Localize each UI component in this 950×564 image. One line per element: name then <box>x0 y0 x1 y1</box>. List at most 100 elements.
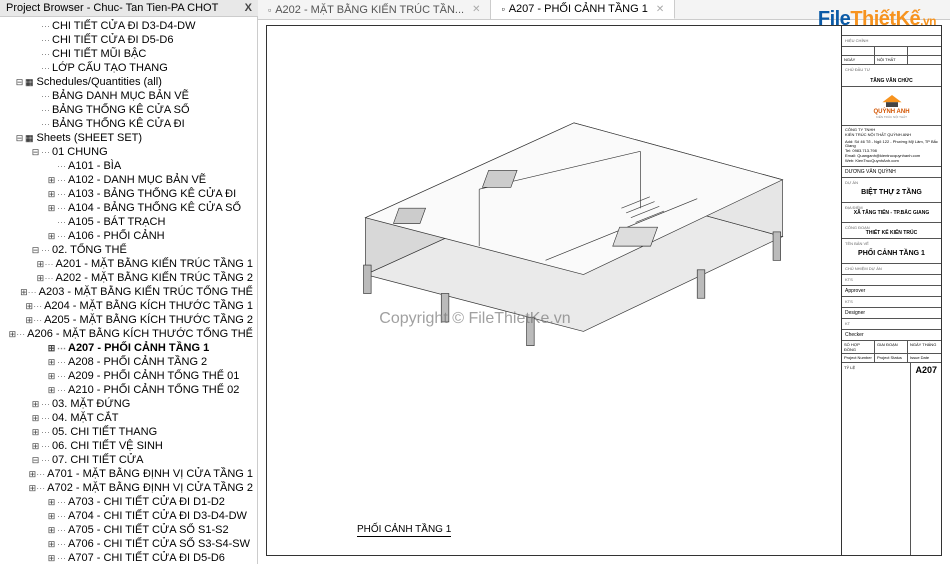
project-browser-tree[interactable]: ⋯CHI TIẾT CỬA ĐI D3-D4-DW⋯CHI TIẾT CỬA Đ… <box>0 17 258 564</box>
tree-item[interactable]: ⊞⋯A706 - CHI TIẾT CỬA SỔ S3-S4-SW <box>0 537 257 551</box>
drawing-viewport[interactable]: PHỐI CẢNH TẦNG 1 HIỆU CHỈNH NGÀYNỘI THẤT… <box>258 17 950 564</box>
expand-icon[interactable]: ⊞ <box>9 329 17 340</box>
tree-item[interactable]: ⊞⋯A702 - MẶT BẰNG ĐỊNH VỊ CỬA TẦNG 2 <box>0 481 257 495</box>
collapse-icon[interactable]: ⊟ <box>30 147 41 158</box>
expand-icon[interactable]: ⊞ <box>46 357 57 368</box>
isometric-3d-view[interactable] <box>337 66 811 350</box>
tree-item[interactable]: ⊞⋯A204 - MẶT BẰNG KÍCH THƯỚC TẦNG 1 <box>0 299 257 313</box>
tree-item[interactable]: ⊞⋯A103 - BẢNG THỐNG KÊ CỬA ĐI <box>0 187 257 201</box>
sheet-number: A207 <box>911 363 941 555</box>
tree-item[interactable]: ⊞⋯A205 - MẶT BẰNG KÍCH THƯỚC TẦNG 2 <box>0 313 257 327</box>
tree-item[interactable]: ⊞⋯A701 - MẶT BẰNG ĐỊNH VỊ CỬA TẦNG 1 <box>0 467 257 481</box>
expand-icon[interactable]: ⊞ <box>46 231 57 242</box>
tree-item[interactable]: ⊞⋯A209 - PHỐI CẢNH TỔNG THỂ 01 <box>0 369 257 383</box>
tree-item[interactable]: ⋯LỚP CẤU TẠO THANG <box>0 61 257 75</box>
tree-item-label: A704 - CHI TIẾT CỬA ĐI D3-D4-DW <box>68 510 247 522</box>
tree-item[interactable]: ⋯BẢNG THỐNG KÊ CỬA ĐI <box>0 117 257 131</box>
collapse-icon[interactable]: ⊟ <box>14 133 25 144</box>
expand-icon[interactable]: ⊞ <box>30 399 41 410</box>
expand-icon[interactable]: ⊞ <box>26 301 34 312</box>
tree-item[interactable]: ⋯CHI TIẾT CỬA ĐI D3-D4-DW <box>0 19 257 33</box>
tree-item[interactable]: ⊞⋯A208 - PHỐI CẢNH TẦNG 2 <box>0 355 257 369</box>
tree-item[interactable]: ⊟⋯01 CHUNG <box>0 145 257 159</box>
tree-item-label: A201 - MẶT BẰNG KIẾN TRÚC TẦNG 1 <box>56 258 253 270</box>
tb-rev-grid <box>842 47 941 56</box>
expand-icon[interactable]: ⊞ <box>46 371 57 382</box>
tab-label: A207 - PHỐI CẢNH TẦNG 1 <box>509 3 648 15</box>
category-icon: ▦ <box>25 133 34 144</box>
tree-item-label: A706 - CHI TIẾT CỬA SỔ S3-S4-SW <box>68 538 250 550</box>
tree-item[interactable]: ⊟▦Schedules/Quantities (all) <box>0 75 257 89</box>
expand-icon[interactable]: ⊞ <box>46 203 57 214</box>
tree-item[interactable]: ⊞⋯A705 - CHI TIẾT CỬA SỔ S1-S2 <box>0 523 257 537</box>
expand-icon[interactable]: ⊞ <box>36 259 44 270</box>
tree-item[interactable]: ⋯BẢNG DANH MỤC BẢN VẼ <box>0 89 257 103</box>
expand-icon[interactable]: ⊞ <box>46 497 57 508</box>
tree-item[interactable]: ⊞⋯A102 - DANH MỤC BẢN VẼ <box>0 173 257 187</box>
tree-item-label: A701 - MẶT BẰNG ĐỊNH VỊ CỬA TẦNG 1 <box>47 468 253 480</box>
expand-icon[interactable]: ⊞ <box>20 287 28 298</box>
tree-item[interactable]: ⊞⋯A202 - MẶT BẰNG KIẾN TRÚC TẦNG 2 <box>0 271 257 285</box>
tree-item[interactable]: ⊞⋯A203 - MẶT BẰNG KIẾN TRÚC TỔNG THỂ <box>0 285 257 299</box>
expand-icon[interactable]: ⊞ <box>30 427 41 438</box>
expand-icon[interactable]: ⊞ <box>46 175 57 186</box>
close-icon[interactable]: X <box>245 2 252 14</box>
tree-item[interactable]: ⊞⋯A707 - CHI TIẾT CỬA ĐI D5-D6 <box>0 551 257 564</box>
tree-item[interactable]: ⊞⋯A704 - CHI TIẾT CỬA ĐI D3-D4-DW <box>0 509 257 523</box>
expand-icon[interactable]: ⊞ <box>30 413 41 424</box>
tree-item-label: A705 - CHI TIẾT CỬA SỔ S1-S2 <box>68 524 229 536</box>
collapse-icon[interactable]: ⊟ <box>30 245 41 256</box>
tree-item[interactable]: ⊞⋯A104 - BẢNG THỐNG KÊ CỬA SỔ <box>0 201 257 215</box>
tree-item-label: CHI TIẾT CỬA ĐI D3-D4-DW <box>52 20 195 32</box>
expand-icon[interactable]: ⊞ <box>29 469 37 480</box>
panel-title: Project Browser - Chuc- Tan Tien-PA CHOT <box>6 2 218 14</box>
tree-item[interactable]: ⋯CHI TIẾT CỬA ĐI D5-D6 <box>0 33 257 47</box>
tree-item[interactable]: ⊟⋯07. CHI TIẾT CỬA <box>0 453 257 467</box>
project-browser-header: Project Browser - Chuc- Tan Tien-PA CHOT… <box>0 0 258 17</box>
tree-item[interactable]: ⋯A101 - BÌA <box>0 159 257 173</box>
collapse-icon[interactable]: ⊟ <box>14 77 25 88</box>
close-tab-icon[interactable]: ✕ <box>472 4 480 15</box>
tree-item-label: A106 - PHỐI CẢNH <box>68 230 165 242</box>
view-tab[interactable]: ▫A207 - PHỐI CẢNH TẦNG 1✕ <box>491 0 675 19</box>
tree-item[interactable]: ⊟▦Sheets (SHEET SET) <box>0 131 257 145</box>
expand-icon[interactable]: ⊞ <box>46 553 57 564</box>
expand-icon[interactable]: ⊞ <box>46 525 57 536</box>
close-tab-icon[interactable]: ✕ <box>656 4 664 15</box>
tree-item-label: 05. CHI TIẾT THANG <box>52 426 157 438</box>
expand-icon[interactable]: ⊞ <box>46 385 57 396</box>
tree-item-label: 01 CHUNG <box>52 146 108 158</box>
view-tab[interactable]: ▫A202 - MẶT BẰNG KIẾN TRÚC TẦN...✕ <box>258 0 491 19</box>
expand-icon[interactable]: ⊞ <box>46 511 57 522</box>
expand-icon[interactable]: ⊞ <box>46 343 57 354</box>
collapse-icon[interactable]: ⊟ <box>30 455 41 466</box>
tree-item[interactable]: ⊞⋯A201 - MẶT BẰNG KIẾN TRÚC TẦNG 1 <box>0 257 257 271</box>
expand-icon[interactable]: ⊞ <box>29 483 37 494</box>
tree-item-label: 07. CHI TIẾT CỬA <box>52 454 144 466</box>
tb-company-info: CÔNG TY TNHH KIẾN TRÚC NỘI THẤT QUỲNH AN… <box>842 126 941 167</box>
expand-icon[interactable]: ⊞ <box>46 539 57 550</box>
company-logo: QUỲNH ANH KIẾN TRÚC NỘI THẤT <box>842 87 941 126</box>
tree-item[interactable]: ⊞⋯A703 - CHI TIẾT CỬA ĐI D1-D2 <box>0 495 257 509</box>
tree-item[interactable]: ⊞⋯A207 - PHỐI CẢNH TẦNG 1 <box>0 341 257 355</box>
tree-item[interactable]: ⊞⋯A206 - MẶT BẰNG KÍCH THƯỚC TỔNG THỂ <box>0 327 257 341</box>
tree-item[interactable]: ⋯A105 - BÁT TRẠCH <box>0 215 257 229</box>
tree-item[interactable]: ⊞⋯A106 - PHỐI CẢNH <box>0 229 257 243</box>
expand-icon[interactable]: ⊞ <box>36 273 44 284</box>
tree-item-label: BẢNG THỐNG KÊ CỬA SỔ <box>52 104 190 116</box>
expand-icon[interactable]: ⊞ <box>26 315 34 326</box>
tree-item[interactable]: ⊞⋯A210 - PHỐI CẢNH TỔNG THỂ 02 <box>0 383 257 397</box>
tree-item[interactable]: ⋯BẢNG THỐNG KÊ CỬA SỔ <box>0 103 257 117</box>
tree-item[interactable]: ⊞⋯05. CHI TIẾT THANG <box>0 425 257 439</box>
tree-item[interactable]: ⊟⋯02. TỔNG THỂ <box>0 243 257 257</box>
tree-item[interactable]: ⊞⋯06. CHI TIẾT VỆ SINH <box>0 439 257 453</box>
sheet-icon: ▫ <box>268 5 271 15</box>
tb-phase: CÔNG ĐOẠN THIẾT KẾ KIẾN TRÚC <box>842 223 941 239</box>
category-icon: ▦ <box>25 77 34 88</box>
tree-item[interactable]: ⊞⋯04. MẶT CẮT <box>0 411 257 425</box>
expand-icon[interactable]: ⊞ <box>46 189 57 200</box>
tree-item[interactable]: ⋯CHI TIẾT MŨI BẬC <box>0 47 257 61</box>
tree-item[interactable]: ⊞⋯03. MẶT ĐỨNG <box>0 397 257 411</box>
tree-item-label: BẢNG DANH MỤC BẢN VẼ <box>52 90 189 102</box>
expand-icon[interactable]: ⊞ <box>30 441 41 452</box>
